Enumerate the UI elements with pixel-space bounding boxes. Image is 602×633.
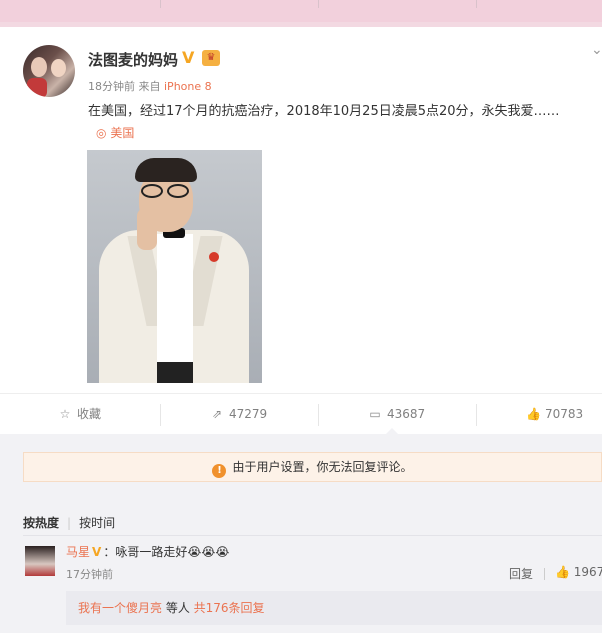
comment-action-divider <box>544 568 545 580</box>
photo-shirt <box>157 234 193 383</box>
post-source[interactable]: iPhone 8 <box>164 80 212 93</box>
sub-reply-middle: 等人 <box>162 601 194 615</box>
comment-time: 17分钟前 <box>66 568 113 581</box>
action-divider <box>318 404 319 426</box>
photo-pants <box>157 362 193 383</box>
source-prefix: 来自 <box>138 80 161 93</box>
user-avatar[interactable] <box>23 45 75 97</box>
reply-restricted-notice: ! 由于用户设置，你无法回复评论。 <box>23 452 602 482</box>
sort-separator: | <box>67 516 72 530</box>
post-time[interactable]: 18分钟前 <box>88 80 135 93</box>
sub-reply-name[interactable]: 我有一个傻月亮 <box>78 601 162 615</box>
comment-reply-button[interactable]: 回复 <box>509 565 533 582</box>
top-strip-divider <box>160 0 161 8</box>
commenter-verified-badge: V <box>92 545 102 559</box>
sort-by-hot-tab[interactable]: 按热度 <box>23 516 59 530</box>
chevron-down-icon[interactable]: ⌄ <box>591 42 602 58</box>
thumb-up-icon: 👍 <box>526 407 541 421</box>
username-link[interactable]: 法图麦的妈妈 <box>88 49 178 70</box>
comment-body: 马星 V ：咏哥一路走好😭😭😭 <box>66 543 229 560</box>
comment-text: ：咏哥一路走好😭😭😭 <box>103 545 230 559</box>
comment-sort-bar: 按热度 | 按时间 <box>23 514 115 531</box>
repost-button[interactable]: ⇗ 47279 <box>210 394 267 434</box>
photo-hair <box>135 158 197 182</box>
post-meta: 18分钟前 来自 iPhone 8 <box>88 78 212 94</box>
sub-reply-count[interactable]: 共176条回复 <box>194 601 265 615</box>
comment-icon: ▭ <box>369 407 381 421</box>
sort-divider-line <box>23 535 602 536</box>
verified-badge: V <box>182 48 195 67</box>
star-icon: ☆ <box>59 407 71 421</box>
post-location[interactable]: ◎ 美国 <box>96 124 134 141</box>
member-crown-icon: ♛ <box>202 50 220 66</box>
sort-by-time-tab[interactable]: 按时间 <box>79 516 115 530</box>
commenter-name[interactable]: 马星 <box>66 545 90 559</box>
top-strip-divider <box>476 0 477 8</box>
favorite-label: 收藏 <box>77 407 102 421</box>
comment-count: 43687 <box>387 407 426 421</box>
commenter-avatar[interactable] <box>25 546 55 576</box>
sub-reply-summary[interactable]: 我有一个傻月亮 等人 共176条回复 <box>66 591 602 625</box>
comment-pointer <box>386 428 398 434</box>
post-photo[interactable] <box>87 150 262 383</box>
thumb-up-icon: 👍 <box>555 565 570 579</box>
like-count: 70783 <box>545 407 584 421</box>
photo-hand <box>137 208 157 250</box>
repost-count: 47279 <box>229 407 268 421</box>
action-divider <box>160 404 161 426</box>
top-strip-divider <box>318 0 319 8</box>
action-divider <box>476 404 477 426</box>
notice-text: 由于用户设置，你无法回复评论。 <box>232 460 413 474</box>
avatar-clothing <box>27 78 47 97</box>
post-text: 在美国，经过17个月的抗癌治疗，2018年10月25日凌晨5点20分，永失我爱…… <box>88 104 560 119</box>
avatar-face <box>31 57 47 77</box>
location-pin-icon: ◎ <box>96 126 107 140</box>
share-icon: ⇗ <box>211 407 223 421</box>
photo-glasses <box>139 184 193 198</box>
post-actions-bar: ☆ 收藏 ⇗ 47279 ▭ 43687 👍 70783 <box>0 393 602 433</box>
favorite-button[interactable]: ☆ 收藏 <box>58 394 101 434</box>
top-strip <box>0 0 602 22</box>
warning-icon: ! <box>212 464 227 478</box>
location-label: 美国 <box>110 126 135 140</box>
avatar-face <box>51 59 66 77</box>
photo-flower <box>209 252 219 262</box>
comment-like-count: 1967 <box>573 565 602 579</box>
like-button[interactable]: 👍 70783 <box>526 394 583 434</box>
comment-like-button[interactable]: 👍 1967 <box>555 565 602 579</box>
